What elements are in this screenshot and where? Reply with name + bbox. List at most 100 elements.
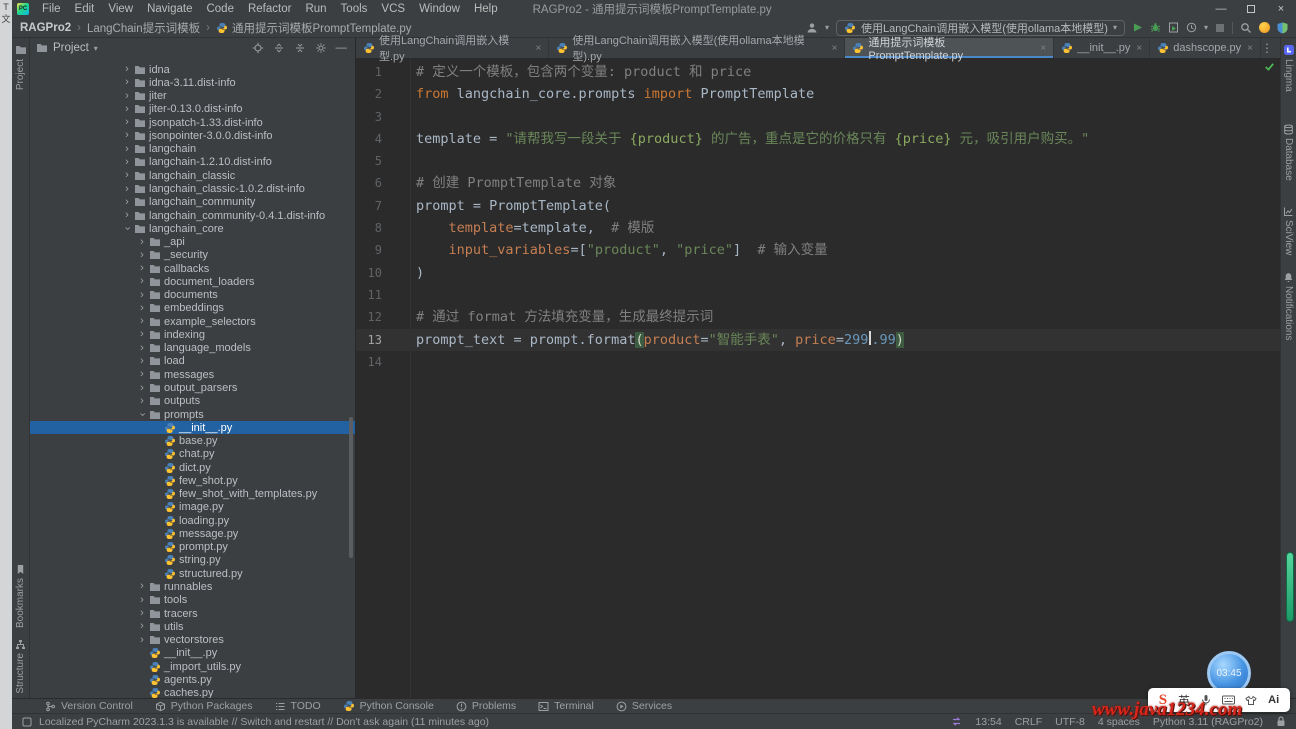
tab-close-icon[interactable]: ×	[1247, 43, 1253, 54]
tool-window-button-problems[interactable]: Problems	[445, 700, 527, 712]
chevron-right-icon[interactable]: ›	[135, 303, 149, 314]
chevron-right-icon[interactable]: ›	[135, 595, 149, 606]
code-editor[interactable]: 1# 定义一个模板，包含两个变量: product 和 price2from l…	[356, 58, 1280, 698]
menu-item-run[interactable]: Run	[298, 3, 333, 15]
tree-row[interactable]: ›example_selectors	[30, 315, 355, 328]
tree-row[interactable]: ›langchain_community	[30, 196, 355, 209]
memory-indicator-icon[interactable]	[951, 716, 962, 727]
line-ending-indicator[interactable]: CRLF	[1015, 716, 1042, 728]
tree-row[interactable]: string.py	[30, 554, 355, 567]
chevron-right-icon[interactable]: ›	[120, 91, 134, 102]
tree-row[interactable]: chat.py	[30, 448, 355, 461]
tree-row[interactable]: ›outputs	[30, 395, 355, 408]
chevron-right-icon[interactable]: ›	[135, 290, 149, 301]
chevron-right-icon[interactable]: ›	[135, 635, 149, 646]
tree-row[interactable]: few_shot_with_templates.py	[30, 488, 355, 501]
tree-row[interactable]: few_shot.py	[30, 474, 355, 487]
chevron-right-icon[interactable]: ›	[135, 316, 149, 327]
tree-row[interactable]: ›jsonpointer-3.0.0.dist-info	[30, 129, 355, 142]
tree-row[interactable]: ›indexing	[30, 328, 355, 341]
tree-row[interactable]: ›langchain_classic-1.0.2.dist-info	[30, 182, 355, 195]
tool-window-button-version-control[interactable]: Version Control	[34, 700, 144, 712]
event-log-icon[interactable]	[22, 717, 32, 727]
chevron-down-icon[interactable]: ▾	[94, 44, 98, 53]
debug-button[interactable]	[1150, 22, 1161, 33]
tool-window-stripe-bookmarks[interactable]: Bookmarks	[12, 564, 29, 628]
chevron-right-icon[interactable]: ›	[135, 263, 149, 274]
chevron-right-icon[interactable]: ›	[120, 117, 134, 128]
tree-row[interactable]: ›idna	[30, 63, 355, 76]
code-line[interactable]: 7prompt = PromptTemplate(	[356, 195, 1280, 217]
indent-indicator[interactable]: 4 spaces	[1098, 716, 1140, 728]
chevron-right-icon[interactable]: ›	[120, 197, 134, 208]
code-line[interactable]: 3	[356, 106, 1280, 128]
select-opened-file-button[interactable]	[252, 42, 264, 54]
more-options-icon[interactable]: ⋮	[1261, 41, 1273, 55]
editor-tab[interactable]: 使用LangChain调用嵌入模型.py×	[356, 38, 549, 58]
run-button[interactable]	[1132, 22, 1143, 33]
tree-row[interactable]: ›langchain	[30, 143, 355, 156]
status-message[interactable]: Localized PyCharm 2023.1.3 is available …	[39, 716, 489, 728]
menu-item-code[interactable]: Code	[199, 3, 241, 15]
code-line[interactable]: 1# 定义一个模板，包含两个变量: product 和 price	[356, 61, 1280, 83]
gear-icon[interactable]	[315, 42, 327, 54]
menu-item-navigate[interactable]: Navigate	[140, 3, 199, 15]
profiler-button[interactable]	[1186, 22, 1197, 33]
sogou-logo-icon[interactable]: S	[1159, 693, 1167, 708]
code-line[interactable]: 6# 创建 PromptTemplate 对象	[356, 172, 1280, 194]
chevron-right-icon[interactable]: ›	[120, 130, 134, 141]
tree-row[interactable]: ›langchain_community-0.4.1.dist-info	[30, 209, 355, 222]
editor-tab[interactable]: 通用提示词模板PromptTemplate.py×	[845, 38, 1054, 58]
expand-all-button[interactable]	[273, 42, 285, 54]
chevron-right-icon[interactable]: ›	[120, 64, 134, 75]
tree-row[interactable]: ›load	[30, 355, 355, 368]
code-line[interactable]: 11	[356, 284, 1280, 306]
code-with-me-icon[interactable]	[1259, 22, 1270, 33]
editor-tab[interactable]: __init__.py×	[1054, 38, 1150, 58]
breadcrumb-item[interactable]: RAGPro2	[20, 22, 71, 34]
chevron-right-icon[interactable]: ›	[135, 369, 149, 380]
chevron-right-icon[interactable]: ›	[120, 104, 134, 115]
code-line[interactable]: 5	[356, 150, 1280, 172]
interpreter-indicator[interactable]: Python 3.11 (RAGPro2)	[1153, 716, 1263, 728]
menu-item-help[interactable]: Help	[467, 3, 505, 15]
menu-item-refactor[interactable]: Refactor	[241, 3, 298, 15]
editor-tab[interactable]: dashscope.py×	[1150, 38, 1261, 58]
tree-row[interactable]: ›langchain_classic	[30, 169, 355, 182]
tool-window-button-services[interactable]: Services	[605, 700, 683, 712]
tab-close-icon[interactable]: ×	[536, 43, 542, 54]
run-with-coverage-button[interactable]	[1168, 22, 1179, 33]
chevron-right-icon[interactable]: ›	[120, 170, 134, 181]
tree-row[interactable]: ›runnables	[30, 580, 355, 593]
code-line[interactable]: 8 template=template, # 模版	[356, 217, 1280, 239]
assistant-edge-indicator[interactable]	[1286, 552, 1294, 622]
lock-icon[interactable]	[1276, 716, 1286, 727]
chevron-right-icon[interactable]: ›	[135, 581, 149, 592]
menu-item-window[interactable]: Window	[412, 3, 467, 15]
tree-row[interactable]: _import_utils.py	[30, 660, 355, 673]
code-line[interactable]: 4template = "请帮我写一段关于 {product} 的广告，重点是它…	[356, 128, 1280, 150]
tree-row[interactable]: ›utils	[30, 620, 355, 633]
code-line[interactable]: 12# 通过 format 方法填充变量，生成最终提示词	[356, 306, 1280, 328]
chevron-down-icon[interactable]: ›	[122, 222, 133, 236]
tree-row[interactable]: ›embeddings	[30, 302, 355, 315]
chevron-right-icon[interactable]: ›	[120, 144, 134, 155]
tab-close-icon[interactable]: ×	[1040, 43, 1046, 54]
tool-window-stripe-notifications[interactable]: Notifications	[1281, 272, 1296, 340]
menu-item-view[interactable]: View	[101, 3, 140, 15]
tab-close-icon[interactable]: ×	[832, 43, 838, 54]
tree-row[interactable]: message.py	[30, 527, 355, 540]
tree-row[interactable]: ›idna-3.11.dist-info	[30, 76, 355, 89]
code-line[interactable]: 10)	[356, 262, 1280, 284]
tree-row[interactable]: ›document_loaders	[30, 275, 355, 288]
minimize-button[interactable]: —	[1206, 0, 1236, 18]
tree-row[interactable]: ›langchain-1.2.10.dist-info	[30, 156, 355, 169]
menu-item-file[interactable]: File	[35, 3, 68, 15]
tree-row[interactable]: loading.py	[30, 514, 355, 527]
tree-row[interactable]: ›tools	[30, 594, 355, 607]
chevron-right-icon[interactable]: ›	[135, 383, 149, 394]
tree-row[interactable]: ›tracers	[30, 607, 355, 620]
menu-item-tools[interactable]: Tools	[334, 3, 375, 15]
tree-row[interactable]: ›langchain_core	[30, 222, 355, 235]
tree-row[interactable]: ›output_parsers	[30, 381, 355, 394]
